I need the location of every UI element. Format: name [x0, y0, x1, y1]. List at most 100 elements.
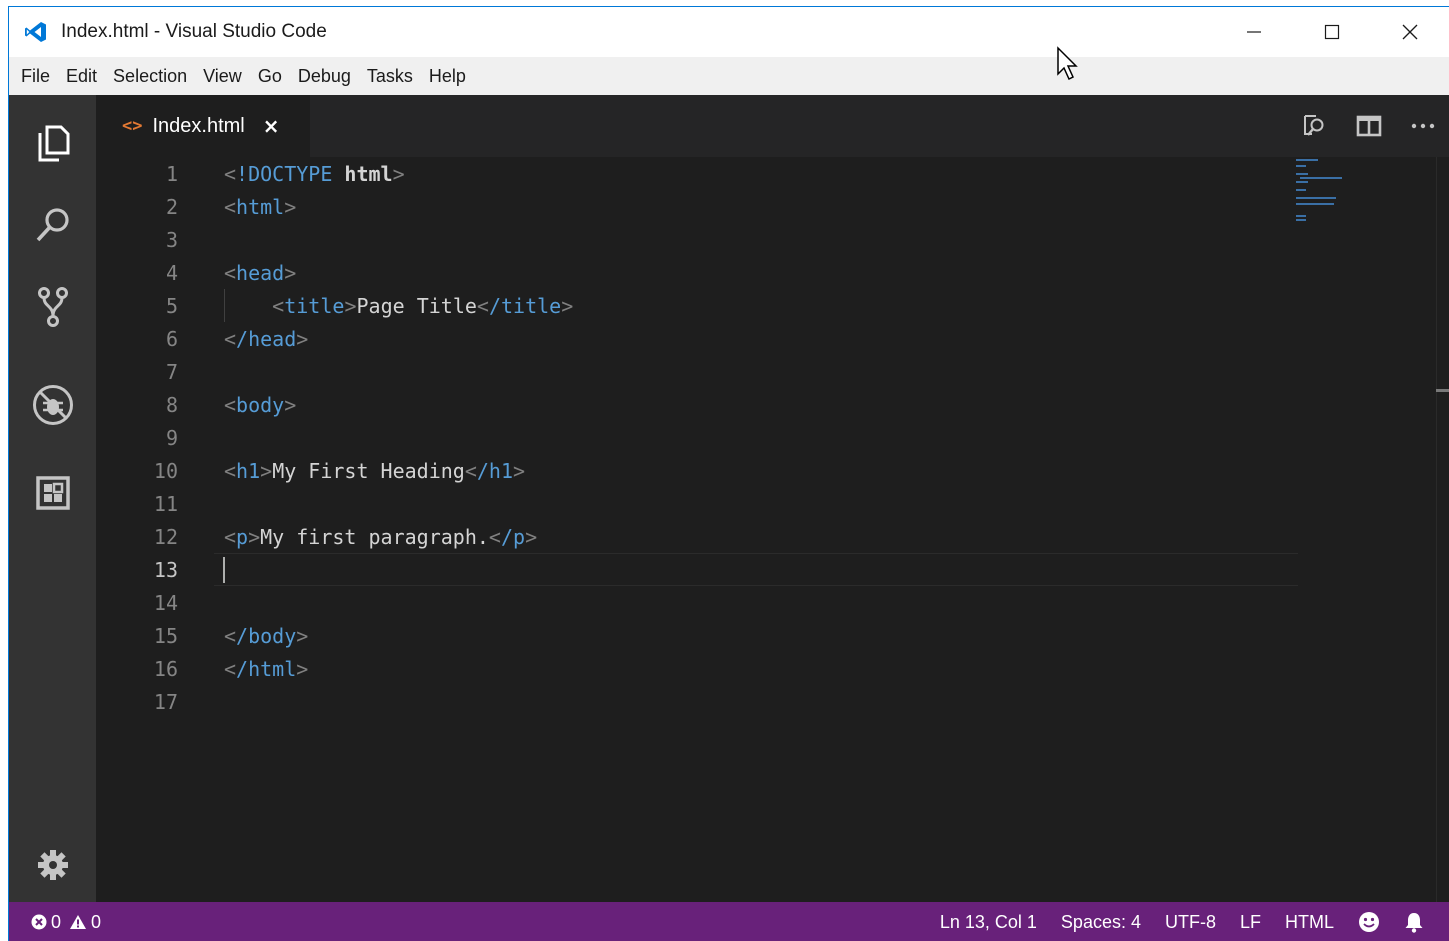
extensions-button[interactable]	[9, 453, 96, 533]
code-text: <body>	[224, 392, 297, 417]
files-icon	[38, 125, 69, 162]
end-of-line[interactable]: LF	[1228, 912, 1273, 933]
code-text: <head>	[224, 260, 297, 285]
gear-icon	[37, 850, 68, 880]
window-title: Index.html - Visual Studio Code	[61, 21, 327, 42]
line-number: 3	[165, 227, 178, 252]
line-number: 12	[153, 524, 178, 549]
split-editor-icon	[1356, 115, 1382, 137]
source-control-icon	[37, 287, 68, 327]
code-text: </html>	[224, 656, 309, 681]
code-line: 2 <html>	[96, 190, 1296, 223]
menu-file[interactable]: File	[13, 57, 58, 95]
code-text: </body>	[224, 623, 309, 648]
problems-indicator[interactable]: 0 0	[9, 912, 101, 933]
line-number: 14	[153, 590, 178, 615]
debug-icon	[32, 385, 73, 425]
code-line: 12 <p>My first paragraph.</p>	[96, 520, 1296, 553]
line-number: 9	[165, 425, 178, 450]
extensions-icon	[35, 476, 70, 510]
warning-icon	[70, 915, 87, 929]
line-number-active: 13	[153, 557, 178, 582]
maximize-button[interactable]	[1293, 7, 1371, 57]
minimize-button[interactable]	[1215, 7, 1293, 57]
ellipsis-icon	[1411, 123, 1435, 129]
menu-debug[interactable]: Debug	[290, 57, 359, 95]
code-editor[interactable]: 1 <!DOCTYPE html> 2 <html> 3 4 <head> 5 …	[96, 157, 1449, 902]
code-text: <h1>My First Heading</h1>	[224, 458, 526, 483]
menu-help[interactable]: Help	[421, 57, 474, 95]
code-line: 15 </body>	[96, 619, 1296, 652]
code-text: <title>Page Title</title>	[272, 293, 574, 318]
html-file-icon: <>	[122, 116, 143, 136]
line-number: 8	[165, 392, 178, 417]
code-line: 9	[96, 421, 1296, 454]
line-number: 7	[165, 359, 178, 384]
code-line: 3	[96, 223, 1296, 256]
code-text: <!DOCTYPE html>	[224, 161, 405, 186]
line-number: 11	[153, 491, 178, 516]
vertical-scrollbar[interactable]	[1436, 157, 1449, 902]
code-line: 4 <head>	[96, 256, 1296, 289]
notifications-button[interactable]	[1392, 911, 1436, 933]
menu-bar: File Edit Selection View Go Debug Tasks …	[9, 57, 1449, 95]
status-bar: 0 0 Ln 13, Col 1 Spaces: 4 UTF-8 LF HTML	[9, 902, 1449, 941]
explorer-button[interactable]	[9, 103, 96, 183]
preview-search-icon	[1304, 115, 1324, 136]
menu-edit[interactable]: Edit	[58, 57, 105, 95]
vscode-window: Index.html - Visual Studio Code File Edi…	[8, 6, 1449, 941]
bell-icon	[1405, 913, 1423, 933]
minimap[interactable]	[1296, 157, 1436, 227]
minimize-icon	[1247, 31, 1261, 33]
code-line: 7	[96, 355, 1296, 388]
menu-tasks[interactable]: Tasks	[359, 57, 421, 95]
menu-selection[interactable]: Selection	[105, 57, 195, 95]
line-number: 2	[165, 194, 178, 219]
tab-label: Index.html	[152, 114, 245, 137]
line-number: 16	[153, 656, 178, 681]
code-line: 11	[96, 487, 1296, 520]
editor-group: <> Index.html × 1 <!DOCTYPE html> 2 <htm…	[96, 95, 1449, 902]
code-line: 14	[96, 586, 1296, 619]
code-line: 8 <body>	[96, 388, 1296, 421]
line-number: 5	[165, 293, 178, 318]
menu-view[interactable]: View	[195, 57, 250, 95]
maximize-icon	[1324, 24, 1340, 40]
search-button[interactable]	[9, 185, 96, 265]
open-preview-button[interactable]	[1288, 95, 1342, 157]
code-text: <html>	[224, 194, 297, 219]
code-line: 17	[96, 685, 1296, 718]
split-editor-button[interactable]	[1342, 95, 1396, 157]
code-text: <p>My first paragraph.</p>	[224, 524, 538, 549]
line-number: 10	[153, 458, 178, 483]
search-icon	[36, 208, 69, 242]
debug-button[interactable]	[9, 365, 96, 445]
code-line: 1 <!DOCTYPE html>	[96, 157, 1296, 190]
scroll-thumb[interactable]	[1436, 389, 1449, 392]
more-actions-button[interactable]	[1396, 95, 1449, 157]
code-line: 6 </head>	[96, 322, 1296, 355]
menu-go[interactable]: Go	[250, 57, 290, 95]
line-number: 6	[165, 326, 178, 351]
activity-bar	[9, 95, 96, 902]
close-window-button[interactable]	[1371, 7, 1449, 57]
code-line: 16 </html>	[96, 652, 1296, 685]
language-mode[interactable]: HTML	[1273, 912, 1346, 933]
vscode-logo-icon	[23, 19, 49, 45]
error-count: 0	[51, 911, 62, 932]
line-number: 4	[165, 260, 178, 285]
cursor-position[interactable]: Ln 13, Col 1	[928, 912, 1049, 933]
settings-button[interactable]	[9, 825, 96, 905]
source-control-button[interactable]	[9, 267, 96, 347]
smiley-icon	[1359, 912, 1379, 932]
warning-count: 0	[91, 911, 102, 932]
indentation[interactable]: Spaces: 4	[1049, 912, 1153, 933]
mouse-pointer-icon	[1056, 46, 1080, 86]
feedback-button[interactable]	[1346, 911, 1392, 933]
file-encoding[interactable]: UTF-8	[1153, 912, 1228, 933]
code-line: 10 <h1>My First Heading</h1>	[96, 454, 1296, 487]
error-icon	[31, 914, 47, 930]
close-icon	[1402, 24, 1418, 40]
tab-index-html[interactable]: <> Index.html ×	[96, 95, 310, 157]
tab-close-button[interactable]: ×	[263, 114, 280, 138]
